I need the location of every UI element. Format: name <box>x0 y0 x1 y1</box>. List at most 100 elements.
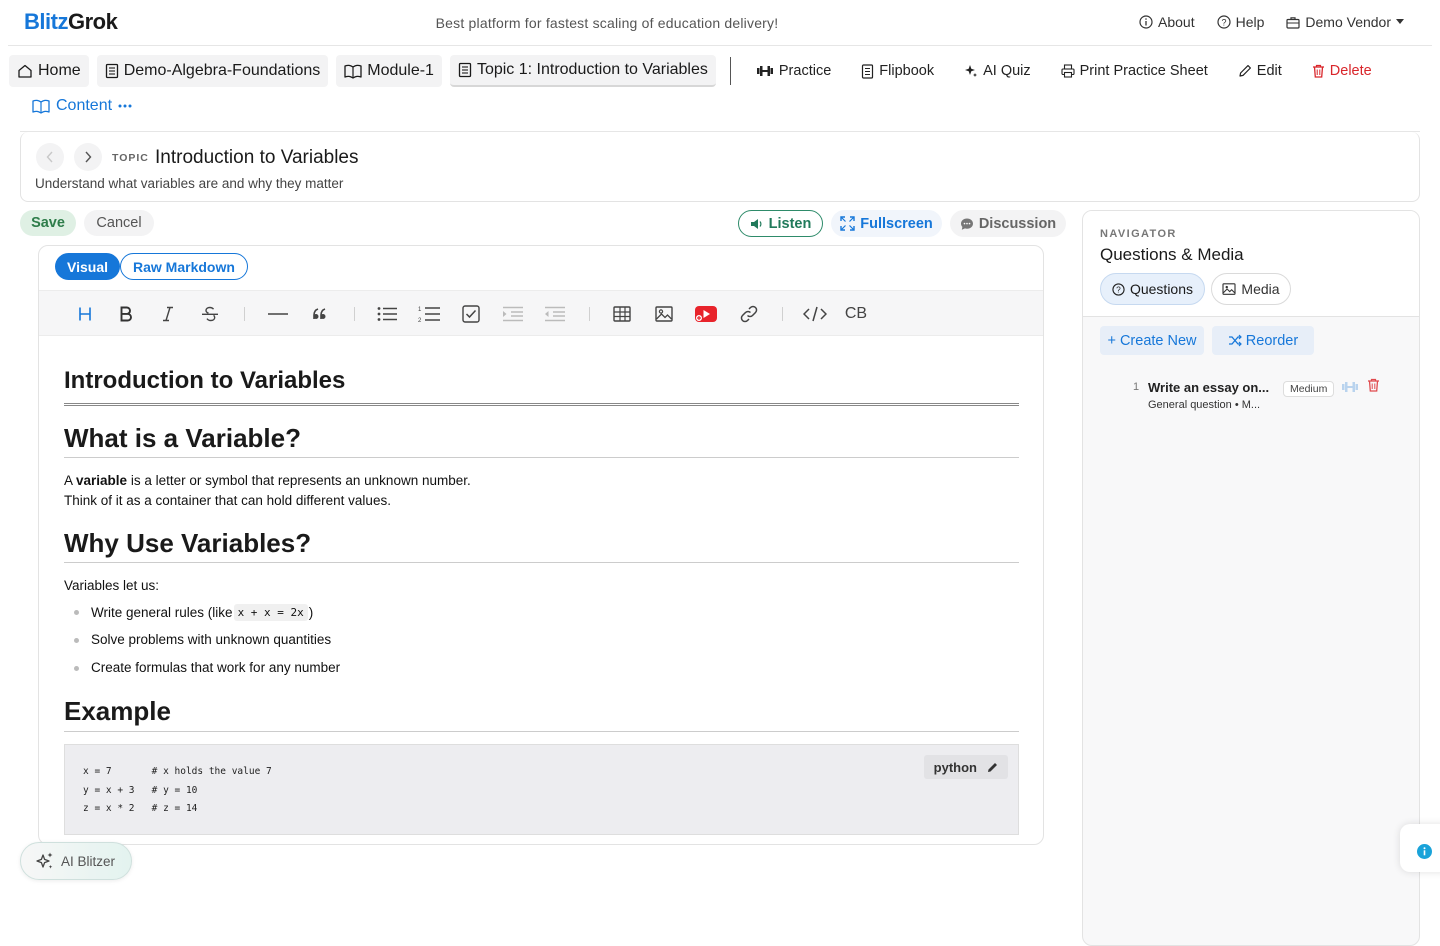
bullet-list-icon <box>377 306 397 322</box>
practice-button[interactable]: Practice <box>745 63 842 79</box>
about-link[interactable]: About <box>1139 14 1195 30</box>
crumb-home[interactable]: Home <box>9 55 89 87</box>
flipbook-icon <box>861 63 874 79</box>
listen-button[interactable]: Listen <box>738 210 823 237</box>
reorder-button[interactable]: Reorder <box>1212 326 1314 355</box>
navigator-panel: NAVIGATOR Questions & Media ? Questions … <box>1082 210 1420 946</box>
question-subtitle: General question • M... <box>1148 399 1261 411</box>
bold-icon <box>119 306 133 322</box>
bullet-list-button[interactable] <box>372 299 402 329</box>
question-delete-button[interactable] <box>1367 378 1380 392</box>
sparkle-icon <box>964 64 978 78</box>
italic-button[interactable] <box>153 299 183 329</box>
outdent-button[interactable] <box>540 299 570 329</box>
next-topic-button[interactable] <box>74 143 102 171</box>
content-menu[interactable]: Content <box>32 97 132 115</box>
chevron-right-icon <box>84 151 92 163</box>
delete-label: Delete <box>1329 63 1372 79</box>
insert-youtube-button[interactable] <box>691 299 721 329</box>
chevron-left-icon <box>46 151 54 163</box>
indent-icon <box>503 306 523 322</box>
discussion-button[interactable]: Discussion <box>950 210 1066 237</box>
crumb-module[interactable]: Module-1 <box>336 55 442 87</box>
heading-underline <box>64 731 1019 732</box>
toolbar-divider <box>782 307 783 321</box>
crumb-course[interactable]: Demo-Algebra-Foundations <box>96 55 329 87</box>
b1-post: ) <box>308 605 314 620</box>
help-circle-icon: ? <box>1112 282 1125 296</box>
tagline: Best platform for fastest scaling of edu… <box>435 15 779 31</box>
code-block[interactable]: python x = 7 # x holds the value 7 y = x… <box>64 744 1019 835</box>
document-icon <box>105 63 119 79</box>
task-list-button[interactable] <box>456 299 486 329</box>
vendor-menu[interactable]: Demo Vendor <box>1286 14 1404 30</box>
codeblock-button[interactable]: CB <box>842 299 870 329</box>
insert-link-button[interactable] <box>734 299 764 329</box>
question-practice-button[interactable] <box>1341 381 1359 393</box>
topic-kicker: TOPIC <box>112 152 149 164</box>
svg-text:1: 1 <box>418 307 422 313</box>
tab-visual[interactable]: Visual <box>55 253 120 280</box>
ai-quiz-button[interactable]: AI Quiz <box>953 63 1042 79</box>
caret-down-icon <box>1396 19 1404 25</box>
heading-button[interactable] <box>70 299 100 329</box>
ai-blitzer-label: AI Blitzer <box>61 853 116 869</box>
doc-paragraph-2: Variables let us: <box>64 578 160 593</box>
strikethrough-icon <box>201 306 219 322</box>
editor-mode-tabs: Visual Raw Markdown <box>55 253 248 280</box>
flipbook-label: Flipbook <box>879 63 935 79</box>
tab-raw-markdown[interactable]: Raw Markdown <box>120 253 248 280</box>
cancel-button[interactable]: Cancel <box>84 210 154 236</box>
delete-button[interactable]: Delete <box>1301 63 1383 79</box>
inline-code-button[interactable] <box>800 299 830 329</box>
insert-image-button[interactable] <box>649 299 679 329</box>
outdent-icon <box>545 306 565 322</box>
printer-icon <box>1061 64 1075 78</box>
info-float-button[interactable] <box>1400 824 1440 872</box>
strikethrough-button[interactable] <box>195 299 225 329</box>
breadcrumb-divider <box>729 57 731 85</box>
blockquote-button[interactable] <box>305 299 335 329</box>
link-icon <box>740 305 758 323</box>
print-sheet-button[interactable]: Print Practice Sheet <box>1050 63 1219 79</box>
question-number: 1 <box>1133 381 1140 393</box>
ordered-list-button[interactable]: 12 <box>414 299 444 329</box>
about-label: About <box>1158 14 1195 30</box>
listen-label: Listen <box>768 215 812 232</box>
info-icon <box>1417 844 1432 859</box>
list-item: Write general rules (like x + x = 2x) <box>73 604 314 621</box>
toolbar-divider <box>589 307 590 321</box>
horizontal-rule-button[interactable] <box>263 299 293 329</box>
help-link[interactable]: ? Help <box>1216 14 1264 30</box>
pencil-icon <box>987 762 998 773</box>
question-list-item[interactable]: 1 Write an essay on... Medium General qu… <box>1123 377 1413 421</box>
doc-heading-what: What is a Variable? <box>64 423 301 453</box>
topic-header-card: TOPIC Introduction to Variables Understa… <box>20 132 1420 202</box>
indent-button[interactable] <box>498 299 528 329</box>
content-editor: Visual Raw Markdown 12 CB Introduction t… <box>38 245 1044 845</box>
ai-blitzer-button[interactable]: AI Blitzer <box>20 842 132 880</box>
formatting-toolbar: 12 CB <box>39 290 1043 336</box>
checkbox-icon <box>462 305 480 323</box>
prev-topic-button[interactable] <box>36 143 64 171</box>
create-question-button[interactable]: + Create New <box>1100 326 1204 355</box>
flipbook-button[interactable]: Flipbook <box>850 63 945 79</box>
more-dots-icon <box>118 104 132 108</box>
fullscreen-button[interactable]: Fullscreen <box>831 210 942 237</box>
edit-button[interactable]: Edit <box>1227 63 1293 79</box>
dumbbell-icon <box>756 65 774 77</box>
document-icon <box>458 62 472 78</box>
p1-pre: A <box>64 473 77 488</box>
code-language-selector[interactable]: python <box>923 755 1008 779</box>
bold-button[interactable] <box>111 299 141 329</box>
print-sheet-label: Print Practice Sheet <box>1079 63 1208 79</box>
navigator-header: NAVIGATOR Questions & Media ? Questions … <box>1083 211 1419 317</box>
tab-media[interactable]: Media <box>1211 273 1291 305</box>
sparkles-icon <box>35 851 55 871</box>
tab-questions[interactable]: ? Questions <box>1100 273 1205 305</box>
save-button[interactable]: Save <box>20 210 76 236</box>
crumb-topic[interactable]: Topic 1: Introduction to Variables <box>449 55 716 87</box>
insert-table-button[interactable] <box>607 299 637 329</box>
quote-icon <box>312 308 328 320</box>
reorder-label: Reorder <box>1245 332 1299 349</box>
